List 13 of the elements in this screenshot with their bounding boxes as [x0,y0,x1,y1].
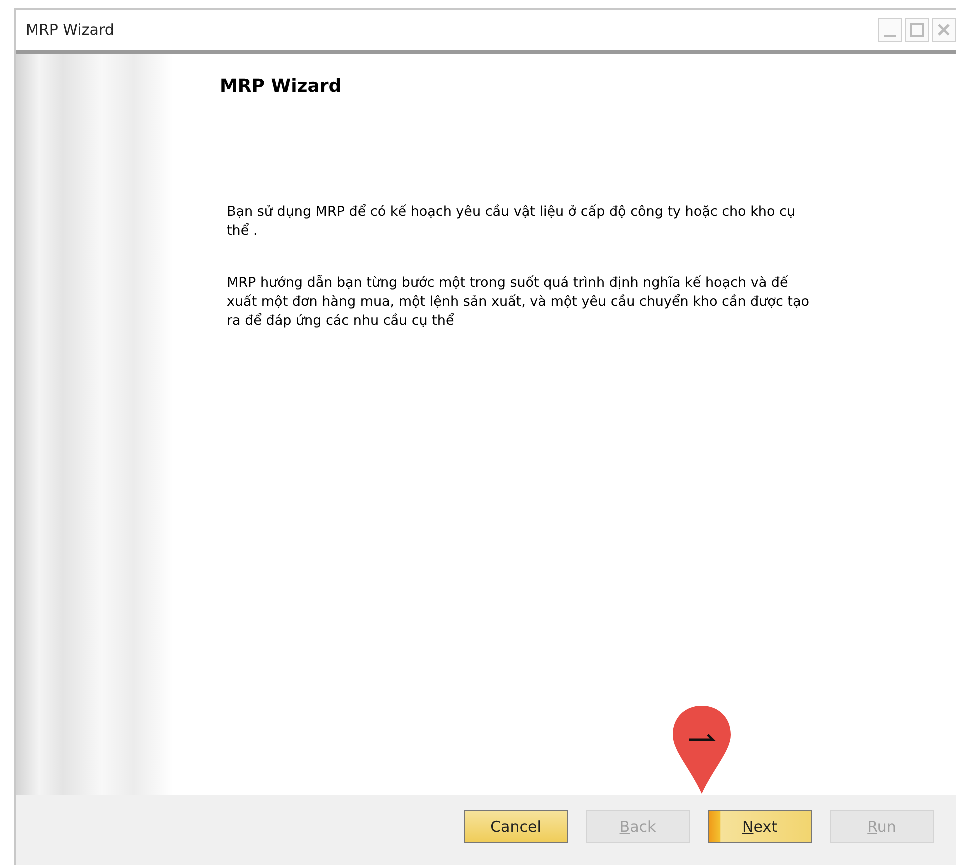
description-paragraph: MRP hướng dẫn bạn từng bước một trong suốt quá trình định nghĩa kế hoạch và đế xuất một đơn hàng mua, một lệnh sản xuất, và một yêu cầu chuyển kho cần được tạo ra để đáp ứng các nhu cầu cụ thể [227,274,810,331]
wizard-button[interactable]: Next [708,810,812,843]
maximize-icon [910,23,924,37]
close-icon [938,24,950,36]
minimize-icon [884,35,896,37]
maximize-button[interactable] [905,18,929,42]
wizard-heading: MRP Wizard [220,76,343,97]
wizard-button[interactable]: Cancel [464,810,568,843]
pin-marker-icon [670,704,734,796]
minimize-button[interactable] [878,18,902,42]
description-paragraph: Bạn sử dụng MRP để có kế hoạch yêu cầu vật liệu ở cấp độ công ty hoặc cho kho cụ thể . [227,203,796,241]
window-title: MRP Wizard [26,21,116,39]
close-button[interactable] [932,18,956,42]
